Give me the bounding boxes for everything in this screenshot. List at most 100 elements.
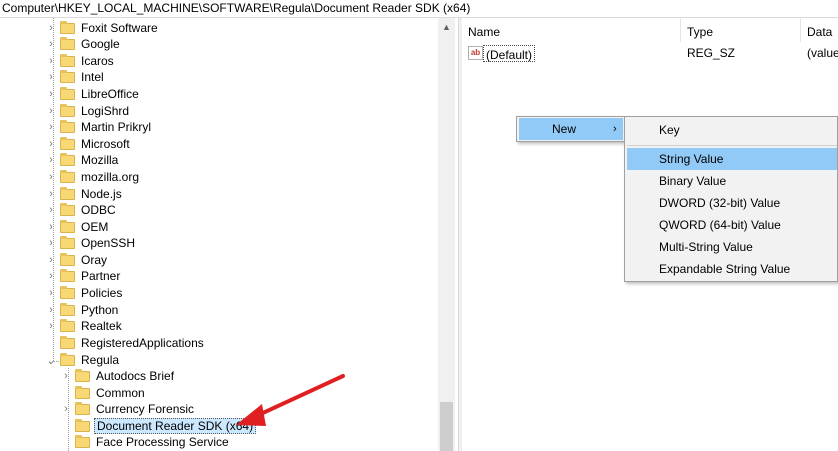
menu-item-new[interactable]: New › [519,118,623,140]
folder-icon [75,401,90,415]
chevron-right-icon[interactable]: › [46,186,56,202]
chevron-right-icon[interactable]: › [46,69,56,85]
chevron-right-icon[interactable]: › [46,202,56,218]
folder-icon [60,169,75,183]
column-header-type[interactable]: Type [681,18,800,42]
tree-item[interactable]: › Icaros [46,53,116,69]
folder-icon [60,136,75,150]
tree-item[interactable]: › Microsoft [46,136,132,152]
tree-item[interactable]: › Policies [46,285,124,301]
folder-icon [60,268,75,282]
menu-item-qword-value[interactable]: QWORD (64-bit) Value [627,214,837,236]
menu-item-binary-value[interactable]: Binary Value [627,170,837,192]
chevron-right-icon[interactable]: › [46,103,56,119]
folder-icon [60,302,75,316]
column-header-data[interactable]: Data [801,18,838,42]
tree-item[interactable]: › mozilla.org [46,169,141,185]
chevron-right-icon[interactable]: › [46,235,56,251]
folder-icon [60,119,75,133]
tree-item[interactable]: › Intel [46,69,106,85]
tree-connector [46,335,56,351]
chevron-right-icon[interactable]: › [46,318,56,334]
tree-connector [61,418,71,434]
tree-item[interactable]: › Partner [46,268,122,284]
tree-item[interactable]: › Oray [46,252,109,268]
tree-item[interactable]: › LogiShrd [46,103,131,119]
chevron-right-icon[interactable]: › [46,86,56,102]
string-value-icon: ab [468,46,483,60]
chevron-right-icon[interactable]: › [46,302,56,318]
folder-icon [60,53,75,67]
folder-icon [75,368,90,382]
folder-icon [60,285,75,299]
menu-item-expandable-string-value[interactable]: Expandable String Value [627,258,837,280]
folder-icon [60,20,75,34]
folder-icon [60,202,75,216]
tree-item-selected[interactable]: Document Reader SDK (x64) [61,418,257,434]
scrollbar-thumb[interactable] [440,402,453,451]
tree-item[interactable]: › Python [46,302,120,318]
folder-icon [60,335,75,349]
tree-scrollbar[interactable]: ▲ [438,18,455,451]
menu-item-multi-string-value[interactable]: Multi-String Value [627,236,837,258]
folder-icon [75,418,90,432]
folder-icon [60,318,75,332]
tree-connector [61,385,71,401]
column-header-name[interactable]: Name [462,18,680,42]
tree-item[interactable]: › Foxit Software [46,20,160,36]
address-bar[interactable]: Computer\HKEY_LOCAL_MACHINE\SOFTWARE\Reg… [0,0,838,18]
tree-item[interactable]: RegisteredApplications [46,335,206,351]
tree-item[interactable]: › OEM [46,219,110,235]
chevron-right-icon[interactable]: › [46,285,56,301]
chevron-right-icon[interactable]: › [46,53,56,69]
registry-tree[interactable]: › Foxit Software › Google › Icaros › Int… [0,18,458,451]
tree-item[interactable]: › Autodocs Brief [61,368,176,384]
scroll-up-arrow-icon[interactable]: ▲ [438,18,455,35]
folder-icon [60,69,75,83]
chevron-right-icon[interactable]: › [46,119,56,135]
folder-icon [60,103,75,117]
context-menu[interactable]: New › [516,116,626,142]
folder-icon [75,434,90,448]
folder-icon [75,385,90,399]
folder-icon [60,152,75,166]
tree-connector [61,434,71,450]
tree-item[interactable]: › Node.js [46,186,124,202]
chevron-right-icon[interactable]: › [46,36,56,52]
list-row[interactable]: ab (Default) REG_SZ (value [462,44,838,62]
folder-icon [60,36,75,50]
chevron-right-icon[interactable]: › [46,252,56,268]
folder-icon [60,186,75,200]
folder-icon [60,252,75,266]
chevron-right-icon[interactable]: › [46,219,56,235]
tree-item[interactable]: › ODBC [46,202,118,218]
chevron-right-icon[interactable]: › [46,136,56,152]
tree-item[interactable]: › Currency Forensic [61,401,196,417]
chevron-right-icon[interactable]: › [61,368,71,384]
tree-item[interactable]: › Google [46,36,122,52]
chevron-down-icon[interactable]: ⌄ [46,352,56,368]
chevron-right-icon[interactable]: › [46,268,56,284]
tree-item[interactable]: Common [61,385,147,401]
address-path: Computer\HKEY_LOCAL_MACHINE\SOFTWARE\Reg… [2,1,471,15]
tree-item[interactable]: › Martin Prikryl [46,119,153,135]
tree-item[interactable]: › LibreOffice [46,86,141,102]
folder-icon [60,219,75,233]
list-header: Name Type Data [462,18,838,42]
chevron-right-icon[interactable]: › [46,20,56,36]
tree-item[interactable]: Face Processing Service [61,434,231,450]
menu-item-key[interactable]: Key [627,118,837,142]
tree-item[interactable]: › Realtek [46,318,124,334]
tree-item[interactable]: › OpenSSH [46,235,137,251]
tree-item-regula[interactable]: ⌄ Regula [46,352,121,368]
tree-item[interactable]: › Mozilla [46,152,120,168]
menu-separator [627,145,837,146]
chevron-right-icon[interactable]: › [61,401,71,417]
menu-item-string-value[interactable]: String Value [627,148,837,170]
new-submenu[interactable]: Key String Value Binary Value DWORD (32-… [624,116,838,282]
chevron-right-icon[interactable]: › [46,152,56,168]
chevron-right-icon[interactable]: › [46,169,56,185]
menu-item-dword-value[interactable]: DWORD (32-bit) Value [627,192,837,214]
chevron-right-icon: › [613,123,617,135]
folder-icon [60,86,75,100]
